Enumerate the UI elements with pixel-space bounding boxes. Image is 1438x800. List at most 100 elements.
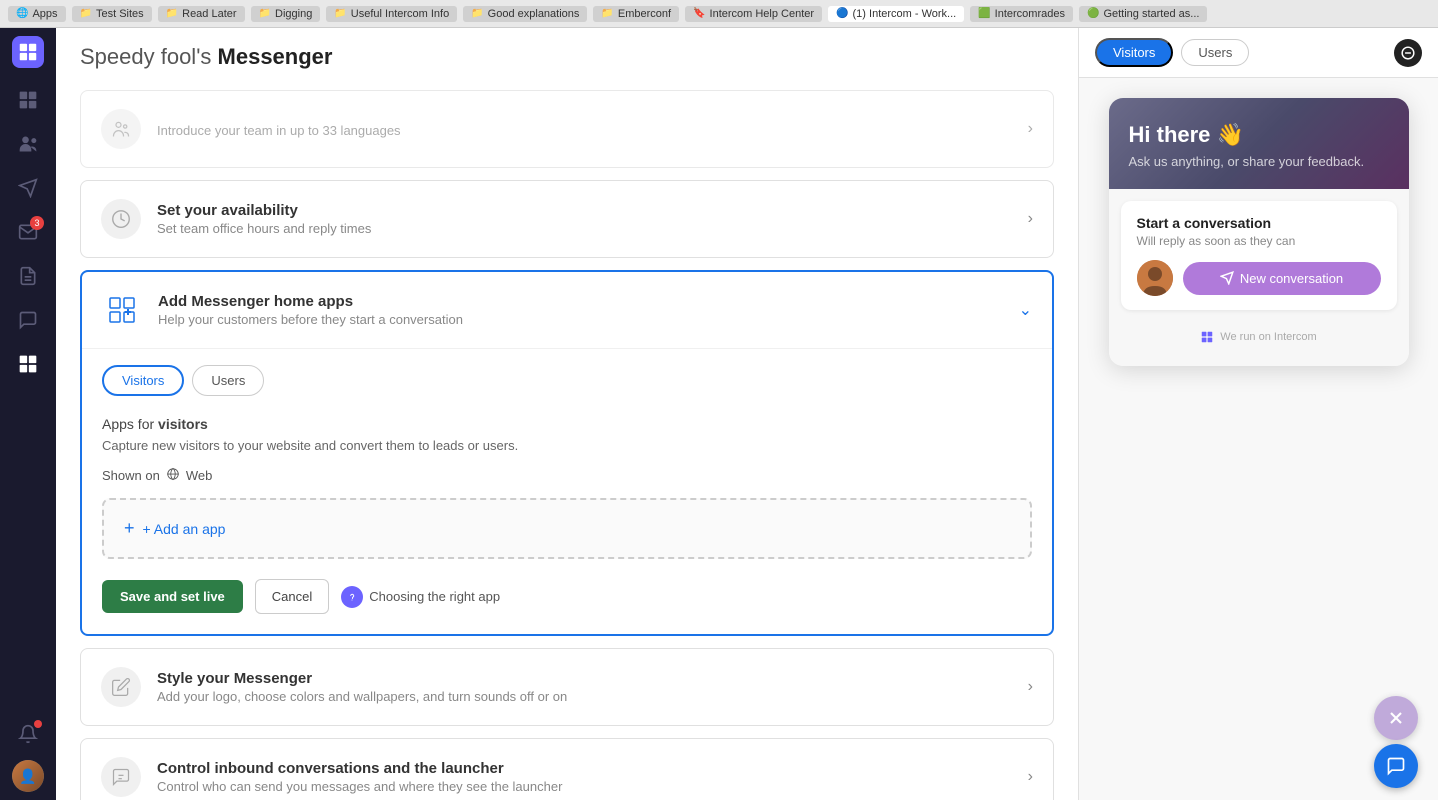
preview-tab-visitors[interactable]: Visitors: [1095, 38, 1173, 67]
powered-by: We run on Intercom: [1121, 320, 1397, 354]
availability-info: Set your availability Set team office ho…: [157, 202, 1012, 236]
web-icon: [166, 467, 180, 484]
messenger-apps-icon: [102, 290, 142, 330]
control-inbound-icon: [101, 757, 141, 797]
tab-icon-explanations: 📁: [471, 8, 483, 19]
conv-action: New conversation: [1137, 260, 1381, 296]
sidebar-item-reports[interactable]: [8, 256, 48, 296]
messenger-header: Hi there 👋 Ask us anything, or share you…: [1109, 98, 1409, 189]
tab-icon-intercom-help: 🔖: [693, 8, 705, 19]
browser-tab-useful[interactable]: 📁 Useful Intercom Info: [326, 6, 457, 22]
style-messenger-info: Style your Messenger Add your logo, choo…: [157, 670, 1012, 704]
tab-icon-emberconf: 📁: [601, 8, 613, 19]
messenger-body: Start a conversation Will reply as soon …: [1109, 189, 1409, 366]
section-control-inbound: Control inbound conversations and the la…: [80, 738, 1054, 800]
messenger-widget: Hi there 👋 Ask us anything, or share you…: [1109, 98, 1409, 366]
sidebar-user-avatar[interactable]: 👤: [12, 760, 44, 792]
inbox-badge: 3: [30, 216, 44, 230]
conv-avatar: [1137, 260, 1173, 296]
tab-icon-test-sites: 📁: [80, 8, 92, 19]
shown-on: Shown on Web: [102, 467, 1032, 484]
messenger-apps-desc: Help your customers before they start a …: [158, 312, 1003, 327]
tab-icon-useful: 📁: [334, 8, 346, 19]
preview-tab-users[interactable]: Users: [1181, 39, 1249, 66]
control-inbound-info: Control inbound conversations and the la…: [157, 760, 1012, 794]
cancel-button[interactable]: Cancel: [255, 579, 329, 614]
style-messenger-icon: [101, 667, 141, 707]
style-messenger-chevron: ›: [1028, 678, 1033, 696]
add-app-box[interactable]: + + Add an app: [102, 498, 1032, 559]
browser-tab-intercomrades[interactable]: 🟩 Intercomrades: [970, 6, 1073, 22]
section-control-inbound-header[interactable]: Control inbound conversations and the la…: [81, 739, 1053, 800]
preview-tabs: Visitors Users: [1079, 28, 1438, 78]
section-introduce-team-header[interactable]: Introduce your team in up to 33 language…: [81, 91, 1053, 167]
section-availability-header[interactable]: Set your availability Set team office ho…: [81, 181, 1053, 257]
messenger-sub: Ask us anything, or share your feedback.: [1129, 154, 1389, 169]
introduce-team-chevron: ›: [1028, 120, 1033, 138]
browser-tab-intercom-work[interactable]: 🔵 (1) Intercom - Work...: [828, 6, 964, 22]
browser-tab-read-later[interactable]: 📁 Read Later: [158, 6, 245, 22]
action-bar: Save and set live Cancel Choosing the ri…: [102, 579, 1032, 614]
save-set-live-button[interactable]: Save and set live: [102, 580, 243, 613]
sidebar-item-messages[interactable]: [8, 168, 48, 208]
sidebar-logo[interactable]: [12, 36, 44, 68]
section-style-messenger: Style your Messenger Add your logo, choo…: [80, 648, 1054, 726]
browser-tab-getting-started[interactable]: 🟢 Getting started as...: [1079, 6, 1207, 22]
tab-visitors[interactable]: Visitors: [102, 365, 184, 396]
browser-tab-explanations[interactable]: 📁 Good explanations: [463, 6, 587, 22]
app-layout: 3: [0, 28, 1438, 800]
tab-icon-read-later: 📁: [166, 8, 178, 19]
availability-chevron: ›: [1028, 210, 1033, 228]
sidebar: 3: [0, 28, 56, 800]
sidebar-item-contacts[interactable]: [8, 124, 48, 164]
fab-close-button[interactable]: [1374, 696, 1418, 740]
apps-desc: Capture new visitors to your website and…: [102, 438, 1032, 453]
introduce-team-icon: [101, 109, 141, 149]
availability-title: Set your availability: [157, 202, 1012, 219]
browser-tab-apps[interactable]: 🌐 Apps: [8, 6, 66, 22]
browser-tab-intercom-help[interactable]: 🔖 Intercom Help Center: [685, 6, 822, 22]
fab-chat-button[interactable]: [1374, 744, 1418, 788]
introduce-team-desc: Introduce your team in up to 33 language…: [157, 123, 1012, 138]
style-messenger-desc: Add your logo, choose colors and wallpap…: [157, 689, 1012, 704]
preview-panel: Visitors Users Hi there 👋 Ask us anythin…: [1078, 28, 1438, 800]
tab-icon-intercom-work: 🔵: [836, 8, 848, 19]
section-style-messenger-header[interactable]: Style your Messenger Add your logo, choo…: [81, 649, 1053, 725]
page-title: Speedy fool's Messenger: [80, 44, 1054, 70]
sidebar-item-inbox[interactable]: 3: [8, 212, 48, 252]
messenger-apps-info: Add Messenger home apps Help your custom…: [158, 293, 1003, 327]
sidebar-item-notifications[interactable]: [8, 714, 48, 754]
messenger-apps-tabs: Visitors Users: [102, 365, 1032, 396]
control-inbound-title: Control inbound conversations and the la…: [157, 760, 1012, 777]
apps-for-text: Apps for visitors: [102, 416, 1032, 432]
sidebar-item-home[interactable]: [8, 80, 48, 120]
browser-tab-test-sites[interactable]: 📁 Test Sites: [72, 6, 152, 22]
main-content: Speedy fool's Messenger Introduce your t…: [56, 28, 1078, 800]
add-app-label: + Add an app: [143, 521, 226, 537]
control-inbound-desc: Control who can send you messages and wh…: [157, 779, 1012, 794]
help-icon: [341, 586, 363, 608]
messenger-apps-title: Add Messenger home apps: [158, 293, 1003, 310]
choosing-right-app-link[interactable]: Choosing the right app: [341, 586, 500, 608]
browser-tab-emberconf[interactable]: 📁 Emberconf: [593, 6, 679, 22]
sidebar-item-conversations[interactable]: [8, 300, 48, 340]
tab-icon-getting-started: 🟢: [1087, 8, 1099, 19]
section-messenger-apps: Add Messenger home apps Help your custom…: [80, 270, 1054, 636]
section-messenger-apps-header[interactable]: Add Messenger home apps Help your custom…: [82, 272, 1052, 348]
conversation-card: Start a conversation Will reply as soon …: [1121, 201, 1397, 310]
sidebar-bottom: 👤: [8, 714, 48, 792]
availability-icon: [101, 199, 141, 239]
tab-icon-intercomrades: 🟩: [978, 8, 990, 19]
messenger-greeting: Hi there 👋: [1129, 122, 1389, 148]
sidebar-item-apps[interactable]: [8, 344, 48, 384]
tab-users[interactable]: Users: [192, 365, 264, 396]
messenger-apps-chevron[interactable]: ⌄: [1019, 300, 1032, 320]
tab-icon-apps: 🌐: [16, 8, 28, 19]
new-conversation-button[interactable]: New conversation: [1183, 262, 1381, 295]
conv-title: Start a conversation: [1137, 215, 1381, 231]
introduce-team-info: Introduce your team in up to 33 language…: [157, 121, 1012, 138]
section-availability: Set your availability Set team office ho…: [80, 180, 1054, 258]
browser-tab-digging[interactable]: 📁 Digging: [251, 6, 321, 22]
preview-close-icon[interactable]: [1394, 39, 1422, 67]
control-inbound-chevron: ›: [1028, 768, 1033, 786]
